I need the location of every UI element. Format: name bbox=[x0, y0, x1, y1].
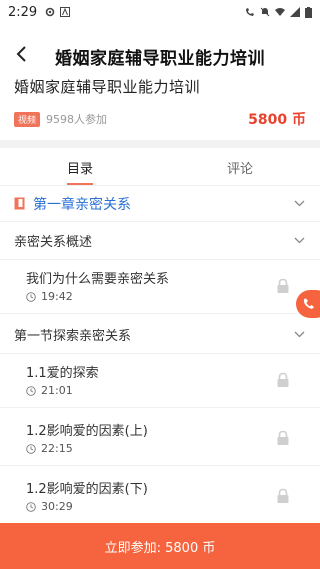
font-icon bbox=[60, 7, 71, 17]
lock-icon bbox=[277, 430, 289, 445]
clock-icon bbox=[26, 501, 36, 512]
participant-count: 9598人参加 bbox=[46, 113, 108, 126]
section-title: 亲密关系概述 bbox=[14, 235, 93, 250]
chapter-header[interactable]: 第一章亲密关系 bbox=[0, 186, 320, 222]
chevron-down-icon bbox=[292, 328, 306, 342]
lesson-duration-row: 19:42 bbox=[26, 290, 73, 303]
status-time: 2:29 bbox=[8, 4, 38, 20]
section-header[interactable]: 第一节探索亲密关系 bbox=[0, 316, 320, 354]
lock-icon bbox=[277, 488, 289, 503]
lesson-duration-row: 21:01 bbox=[26, 384, 73, 397]
tab-comments[interactable]: 评论 bbox=[160, 148, 320, 185]
lesson-title: 1.1爱的探索 bbox=[26, 366, 99, 381]
tab-catalog[interactable]: 目录 bbox=[0, 148, 160, 185]
tab-bar: 目录 评论 bbox=[0, 148, 320, 186]
join-button-label: 立即参加: 5800 币 bbox=[104, 540, 216, 556]
lesson-title: 1.2影响爱的因素(上) bbox=[26, 424, 148, 439]
chapter-title: 第一章亲密关系 bbox=[33, 196, 131, 213]
lesson-title: 1.2影响爱的因素(下) bbox=[26, 482, 148, 497]
course-price: 5800 币 bbox=[248, 112, 306, 128]
lesson-item[interactable]: 我们为什么需要亲密关系 19:42 bbox=[0, 260, 320, 314]
lesson-item[interactable]: 1.2影响爱的因素(上) 22:15 bbox=[0, 412, 320, 466]
page-title: 婚姻家庭辅导职业能力培训 bbox=[55, 49, 265, 69]
section-header[interactable]: 亲密关系概述 bbox=[0, 222, 320, 260]
wifi-icon bbox=[275, 8, 285, 16]
video-badge: 视频 bbox=[14, 111, 41, 127]
status-system-icons bbox=[245, 6, 312, 18]
tab-comments-label: 评论 bbox=[226, 162, 253, 177]
course-title: 婚姻家庭辅导职业能力培训 bbox=[14, 78, 201, 96]
lesson-duration-row: 30:29 bbox=[26, 500, 73, 513]
tab-active-indicator bbox=[67, 183, 93, 185]
status-bar: 2:29 bbox=[0, 0, 320, 24]
join-button[interactable]: 立即参加: 5800 币 bbox=[0, 523, 320, 569]
divider bbox=[0, 140, 320, 148]
phone-wifi-icon bbox=[246, 8, 254, 16]
lesson-duration: 22:15 bbox=[41, 442, 73, 455]
signal-icon bbox=[290, 7, 300, 17]
course-meta: 视频 9598人参加 5800 币 bbox=[14, 110, 306, 128]
lock-icon bbox=[277, 278, 289, 293]
lesson-item[interactable]: 1.1爱的探索 21:01 bbox=[0, 354, 320, 408]
book-icon bbox=[14, 197, 25, 210]
contact-float-button[interactable] bbox=[296, 290, 320, 318]
phone-icon bbox=[303, 298, 314, 309]
battery-icon bbox=[305, 6, 312, 18]
clock-icon bbox=[26, 443, 36, 454]
section-title: 第一节探索亲密关系 bbox=[14, 329, 132, 344]
lock-icon bbox=[277, 372, 289, 387]
lesson-duration: 21:01 bbox=[41, 384, 73, 397]
clock-icon bbox=[26, 291, 36, 302]
mute-icon bbox=[260, 7, 270, 17]
lesson-item[interactable]: 1.2影响爱的因素(下) 30:29 bbox=[0, 470, 320, 524]
clock-icon bbox=[26, 385, 36, 396]
chevron-down-icon bbox=[292, 197, 306, 211]
tab-catalog-label: 目录 bbox=[66, 162, 93, 177]
lesson-duration: 19:42 bbox=[41, 290, 73, 303]
chevron-down-icon bbox=[292, 234, 306, 248]
status-notification-icons bbox=[45, 7, 71, 17]
settings-icon bbox=[45, 7, 55, 17]
lesson-duration: 30:29 bbox=[41, 500, 73, 513]
lesson-title: 我们为什么需要亲密关系 bbox=[26, 272, 170, 287]
app-header: 婚姻家庭辅导职业能力培训 bbox=[0, 28, 320, 80]
lesson-duration-row: 22:15 bbox=[26, 442, 73, 455]
